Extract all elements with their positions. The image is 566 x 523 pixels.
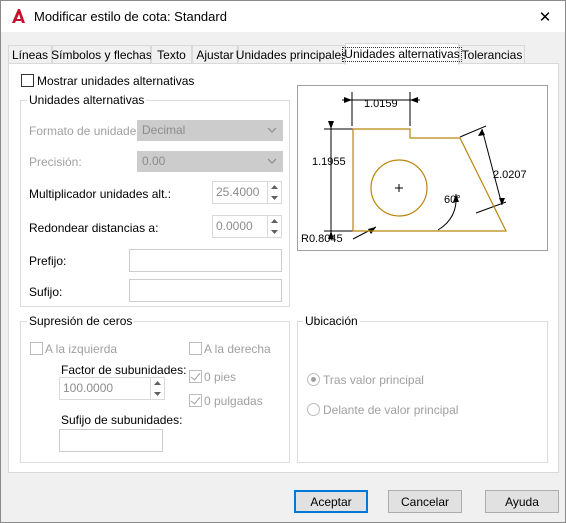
precision-label: Precisión: [29,155,82,169]
placement-group [297,321,548,463]
feet-label: 0 pies [204,370,237,384]
multiplier-label: Multiplicador unidades alt.: [29,187,172,201]
suffix-label: Sufijo: [29,285,63,299]
trailing-checkbox[interactable] [189,342,202,355]
spin-down-icon[interactable] [151,388,164,398]
subunit-suffix-input[interactable] [59,429,163,452]
title-bar: Modificar estilo de cota: Standard ✕ [1,1,565,32]
tab-texto[interactable]: Texto [151,45,192,64]
tab-unidades-alternativas[interactable]: Unidades alternativas [342,43,462,65]
subunit-factor-value: 100.0000 [63,381,114,395]
window-title: Modificar estilo de cota: Standard [34,9,227,24]
prefix-label: Prefijo: [29,254,67,268]
inches-label: 0 pulgadas [204,394,263,408]
preview-drawing: 1.0159 1.1955 2.0207 60° R0.8045 [301,92,527,245]
multiplier-spinner[interactable]: 25.4000 [212,181,282,204]
dim-top-text: 1.0159 [364,98,398,110]
suffix-input[interactable] [129,279,282,302]
chevron-down-icon [267,127,277,133]
cancel-button[interactable]: Cancelar [388,490,462,513]
format-select[interactable]: Decimal [137,120,283,141]
round-spinner[interactable]: 0.0000 [212,215,282,238]
radius-text: R0.8045 [301,233,343,245]
dialog-window: Modificar estilo de cota: Standard ✕ Lín… [0,0,566,523]
dimension-preview: 1.0159 1.1955 2.0207 60° R0.8045 [297,85,548,251]
help-button[interactable]: Ayuda [485,490,559,513]
feet-checkbox[interactable] [189,370,202,383]
tab-strip: Líneas Símbolos y flechas Texto Ajustar … [8,43,560,65]
subunit-factor-spinner[interactable]: 100.0000 [59,377,165,400]
round-value: 0.0000 [216,219,253,233]
spin-down-icon[interactable] [268,226,281,236]
after-primary-label: Tras valor principal [323,373,424,387]
spin-up-icon[interactable] [268,182,281,192]
precision-select[interactable]: 0.00 [137,151,283,172]
format-value: Decimal [142,123,186,137]
show-alt-units-label: Mostrar unidades alternativas [37,74,195,88]
spin-up-icon[interactable] [268,216,281,226]
precision-value: 0.00 [142,154,166,168]
dim-right-text: 2.0207 [493,169,527,181]
tab-unidades-principales[interactable]: Unidades principales [236,45,347,64]
round-label: Redondear distancias a: [29,221,159,235]
inches-checkbox[interactable] [189,394,202,407]
tab-lineas[interactable]: Líneas [8,45,52,64]
dim-left-text: 1.1955 [312,156,346,168]
spin-up-icon[interactable] [151,378,164,388]
alt-units-group-title: Unidades alternativas [27,93,147,107]
format-label: Formato de unidades: [29,124,146,138]
subunit-factor-label: Factor de subunidades: [61,363,187,377]
zero-suppression-title: Supresión de ceros [27,314,135,328]
tab-simbolos-flechas[interactable]: Símbolos y flechas [51,45,152,64]
part-outline [352,128,507,232]
leading-label: A la izquierda [45,342,118,356]
show-alt-units-checkbox[interactable] [21,74,34,87]
leading-checkbox[interactable] [30,342,43,355]
placement-title: Ubicación [303,314,360,328]
autocad-logo-icon [12,9,25,23]
spin-down-icon[interactable] [268,192,281,202]
tab-tolerancias[interactable]: Tolerancias [459,45,525,64]
trailing-label: A la derecha [204,342,271,356]
multiplier-value: 25.4000 [216,185,260,199]
close-icon: ✕ [538,8,552,26]
subunit-suffix-label: Sufijo de subunidades: [61,413,183,427]
chevron-down-icon [267,158,277,164]
tab-ajustar[interactable]: Ajustar [192,45,238,64]
before-primary-label: Delante de valor principal [323,403,459,417]
close-button[interactable]: ✕ [525,1,565,32]
prefix-input[interactable] [129,249,282,272]
before-primary-radio[interactable] [307,403,320,416]
angle-text: 60° [444,194,461,206]
after-primary-radio[interactable] [307,373,320,386]
ok-button[interactable]: Aceptar [294,490,368,513]
